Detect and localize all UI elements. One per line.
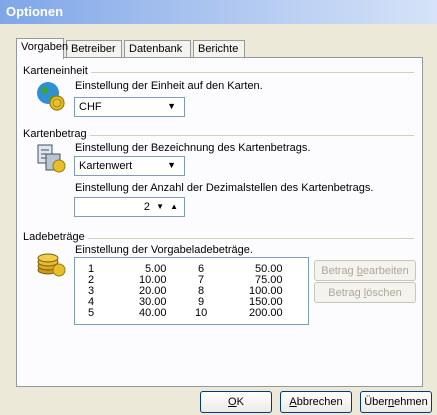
tab-berichte[interactable]: Berichte bbox=[193, 40, 245, 58]
coin-stack-icon bbox=[35, 246, 67, 278]
window-title: Optionen bbox=[6, 4, 64, 19]
cancel-button[interactable]: Abbrechen bbox=[280, 391, 352, 413]
tab-label: Vorgaben bbox=[21, 41, 69, 53]
tab-label: Betreiber bbox=[71, 43, 116, 55]
list-item-amount: 40.00 bbox=[139, 307, 167, 319]
group-title-ladebetraege: Ladebeträge bbox=[23, 231, 88, 243]
tab-label: Datenbank bbox=[129, 43, 183, 55]
button-access-key: A bbox=[289, 396, 297, 408]
group-title-karteneinheit: Karteneinheit bbox=[23, 65, 91, 77]
ok-button[interactable]: OK bbox=[200, 391, 272, 413]
globe-coin-icon bbox=[35, 80, 67, 112]
button-label-pre: Über bbox=[364, 396, 389, 408]
chevron-down-icon[interactable]: ▼ bbox=[167, 160, 176, 170]
apply-button[interactable]: Übernehmen bbox=[360, 391, 432, 413]
tab-vorgaben[interactable]: Vorgaben bbox=[16, 38, 68, 59]
amounts-list[interactable]: 1 5.00 2 10.00 3 20.00 4 30.00 5 40.00 6… bbox=[74, 257, 309, 325]
list-item-number: 10 bbox=[195, 307, 208, 319]
button-label-post: öschen bbox=[366, 287, 402, 299]
button-label-post: K bbox=[236, 396, 244, 408]
title-bar[interactable]: Optionen bbox=[0, 0, 437, 24]
button-label-post: bbrechen bbox=[296, 396, 343, 408]
list-item-amount: 200.00 bbox=[249, 307, 283, 319]
cash-register-icon bbox=[35, 142, 67, 174]
edit-amount-button[interactable]: Betrag bearbeiten bbox=[314, 260, 416, 281]
decrement-icon[interactable]: ▼ bbox=[156, 202, 164, 211]
tab-datenbank[interactable]: Datenbank bbox=[124, 40, 191, 58]
tab-label: Berichte bbox=[198, 43, 239, 55]
button-label-pre: Betrag bbox=[328, 287, 364, 299]
button-label-post: earbeiten bbox=[362, 265, 409, 277]
options-dialog: Optionen Vorgaben Betreiber Datenbank Be… bbox=[0, 0, 437, 415]
button-label-pre: Betrag bbox=[321, 265, 357, 277]
decimals-stepper[interactable]: 2 ▼ ▲ bbox=[74, 197, 185, 217]
increment-icon[interactable]: ▲ bbox=[170, 202, 178, 211]
kartenbetrag-description: Einstellung der Bezeichnung des Kartenbe… bbox=[75, 142, 311, 154]
decimals-value: 2 bbox=[143, 201, 150, 213]
button-label-post: ehmen bbox=[394, 396, 428, 408]
group-title-kartenbetrag: Kartenbetrag bbox=[23, 128, 90, 140]
decimals-description: Einstellung der Anzahl der Dezimalstelle… bbox=[75, 182, 374, 194]
amount-name-value: Kartenwert bbox=[79, 160, 133, 172]
currency-value: CHF bbox=[79, 101, 102, 113]
tab-panel-vorgaben: Karteneinheit Einstellung der Einheit au… bbox=[16, 57, 423, 387]
ladebetraege-description: Einstellung der Vorgabeladebeträge. bbox=[75, 244, 253, 256]
button-access-key: O bbox=[228, 396, 237, 408]
chevron-down-icon[interactable]: ▼ bbox=[167, 101, 176, 111]
karteneinheit-description: Einstellung der Einheit auf den Karten. bbox=[75, 80, 263, 92]
tab-betreiber[interactable]: Betreiber bbox=[66, 40, 122, 58]
amount-name-select[interactable]: Kartenwert ▼ bbox=[74, 156, 185, 176]
list-item-number: 5 bbox=[88, 307, 95, 319]
delete-amount-button[interactable]: Betrag löschen bbox=[314, 282, 416, 303]
currency-select[interactable]: CHF ▼ bbox=[74, 97, 185, 117]
